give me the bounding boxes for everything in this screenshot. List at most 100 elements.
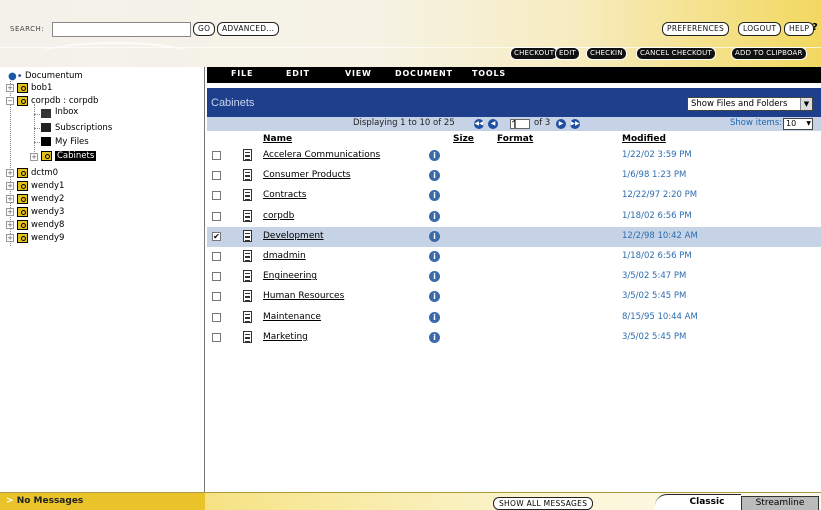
table-row[interactable]: Marketing i 3/5/02 5:45 PM <box>207 328 821 348</box>
table-row[interactable]: Consumer Products i 1/6/98 1:23 PM <box>207 166 821 186</box>
tab-streamline[interactable]: Streamline <box>741 496 819 510</box>
column-header-modified[interactable]: Modified <box>622 134 666 144</box>
row-name-link[interactable]: dmadmin <box>263 251 306 261</box>
add-to-clipboard-button[interactable]: ADD TO CLIPBOAR <box>731 47 807 60</box>
info-icon[interactable]: i <box>429 150 440 161</box>
tab-classic[interactable]: Classic <box>655 494 741 510</box>
row-checkbox[interactable] <box>212 211 221 221</box>
row-modified: 1/18/02 6:56 PM <box>622 251 692 261</box>
message-area: > No Messages <box>0 493 205 510</box>
row-name-link[interactable]: Marketing <box>263 332 308 342</box>
row-name-link[interactable]: Contracts <box>263 190 306 200</box>
column-header-name[interactable]: Name <box>263 134 292 144</box>
menu-file[interactable]: FILE <box>231 69 253 78</box>
tree-item-subscriptions[interactable]: Subscriptions <box>55 122 112 134</box>
tree-item-wendy1[interactable]: wendy1 <box>31 180 64 192</box>
prev-page-icon[interactable]: ◀ <box>488 119 498 129</box>
table-row[interactable]: Maintenance i 8/15/95 10:44 AM <box>207 308 821 328</box>
edit-button[interactable]: EDIT <box>555 47 580 60</box>
expand-icon[interactable]: + <box>6 221 14 229</box>
info-icon[interactable]: i <box>429 251 440 262</box>
expand-icon[interactable]: + <box>6 169 14 177</box>
expand-icon[interactable]: + <box>30 153 38 161</box>
expand-icon[interactable]: + <box>6 234 14 242</box>
row-checkbox[interactable] <box>212 272 221 282</box>
row-checkbox[interactable] <box>212 312 221 322</box>
tree-item-wendy2[interactable]: wendy2 <box>31 193 64 205</box>
help-icon[interactable]: ? <box>812 22 818 33</box>
row-name-link[interactable]: Maintenance <box>263 312 321 322</box>
checkin-button[interactable]: CHECKIN <box>586 47 627 60</box>
table-row[interactable]: corpdb i 1/18/02 6:56 PM <box>207 207 821 227</box>
cabinet-doc-icon <box>243 250 252 262</box>
row-name-link[interactable]: Development <box>263 231 324 241</box>
next-page-icon[interactable]: ▶ <box>556 119 566 129</box>
info-icon[interactable]: i <box>429 271 440 283</box>
help-button[interactable]: HELP <box>784 22 815 36</box>
cancel-checkout-button[interactable]: CANCEL CHECKOUT <box>636 47 716 60</box>
cabinet-doc-icon <box>243 169 252 182</box>
checkout-button[interactable]: CHECKOUT <box>510 47 559 60</box>
show-files-folders-select[interactable]: Show Files and Folders ▼ <box>687 97 813 111</box>
expand-icon[interactable]: + <box>6 208 14 216</box>
preferences-button[interactable]: PREFERENCES <box>662 22 730 36</box>
table-row[interactable]: Contracts i 12/22/97 2:20 PM <box>207 186 821 206</box>
messages-status: > No Messages <box>6 496 83 506</box>
show-items-select[interactable]: 10 ▼ <box>783 118 813 130</box>
menu-document[interactable]: DOCUMENT <box>395 69 453 78</box>
column-header-size[interactable]: Size <box>453 134 474 144</box>
tree-item-cabinets[interactable]: Cabinets <box>55 150 97 162</box>
collapse-icon[interactable]: − <box>6 97 14 105</box>
row-checkbox[interactable] <box>212 292 221 302</box>
expand-icon[interactable]: + <box>6 182 14 190</box>
search-label: SEARCH: <box>10 25 45 33</box>
tree-item-my-files[interactable]: My Files <box>55 136 89 148</box>
page-number-input[interactable] <box>510 119 530 129</box>
row-checkbox[interactable] <box>212 151 221 160</box>
advanced-search-button[interactable]: ADVANCED... <box>217 22 280 36</box>
search-input[interactable] <box>52 22 191 37</box>
info-icon[interactable]: i <box>429 291 440 303</box>
row-checkbox[interactable] <box>212 332 221 342</box>
tree-item-bob1[interactable]: bob1 <box>31 82 52 94</box>
info-icon[interactable]: i <box>429 190 440 202</box>
expand-icon[interactable]: + <box>6 84 14 92</box>
tree-item-wendy9[interactable]: wendy9 <box>31 232 64 244</box>
row-checkbox[interactable] <box>212 191 221 201</box>
chevron-down-icon[interactable]: ▼ <box>806 119 811 129</box>
row-name-link[interactable]: Engineering <box>263 271 317 281</box>
table-row[interactable]: Engineering i 3/5/02 5:47 PM <box>207 267 821 287</box>
row-checkbox[interactable] <box>212 171 221 181</box>
last-page-icon[interactable]: ▶▶ <box>570 119 580 129</box>
row-name-link[interactable]: Accelera Communications <box>263 150 380 160</box>
info-icon[interactable]: i <box>429 331 440 343</box>
logout-button[interactable]: LOGOUT <box>738 22 782 36</box>
chevron-down-icon[interactable]: ▼ <box>800 98 812 110</box>
row-checkbox[interactable] <box>212 252 221 261</box>
row-checkbox[interactable]: ✔ <box>212 231 221 241</box>
table-row[interactable]: dmadmin i 1/18/02 6:56 PM <box>207 247 821 267</box>
menu-tools[interactable]: TOOLS <box>472 69 506 78</box>
info-icon[interactable]: i <box>429 210 440 222</box>
menu-view[interactable]: VIEW <box>345 69 372 78</box>
tree-item-inbox[interactable]: Inbox <box>55 106 78 118</box>
row-name-link[interactable]: corpdb <box>263 211 294 221</box>
info-icon[interactable]: i <box>429 230 440 242</box>
show-all-messages-button[interactable]: SHOW ALL MESSAGES <box>493 497 594 510</box>
row-name-link[interactable]: Consumer Products <box>263 170 351 180</box>
table-row[interactable]: ✔ Development i 12/2/98 10:42 AM <box>207 226 821 247</box>
row-name-link[interactable]: Human Resources <box>263 291 344 301</box>
tree-item-wendy3[interactable]: wendy3 <box>31 206 64 218</box>
expand-icon[interactable]: + <box>6 195 14 203</box>
table-row[interactable]: Accelera Communications i 1/22/02 3:59 PM <box>207 146 821 166</box>
go-button[interactable]: GO <box>193 22 216 36</box>
table-row[interactable]: Human Resources i 3/5/02 5:45 PM <box>207 287 821 307</box>
tree-root-documentum[interactable]: Documentum <box>25 70 83 82</box>
menu-edit[interactable]: EDIT <box>286 69 310 78</box>
tree-item-wendy8[interactable]: wendy8 <box>31 219 64 231</box>
info-icon[interactable]: i <box>429 311 440 323</box>
column-header-format[interactable]: Format <box>497 134 533 144</box>
info-icon[interactable]: i <box>429 170 440 182</box>
tree-item-dctm0[interactable]: dctm0 <box>31 167 58 179</box>
first-page-icon[interactable]: ◀◀ <box>474 119 484 129</box>
